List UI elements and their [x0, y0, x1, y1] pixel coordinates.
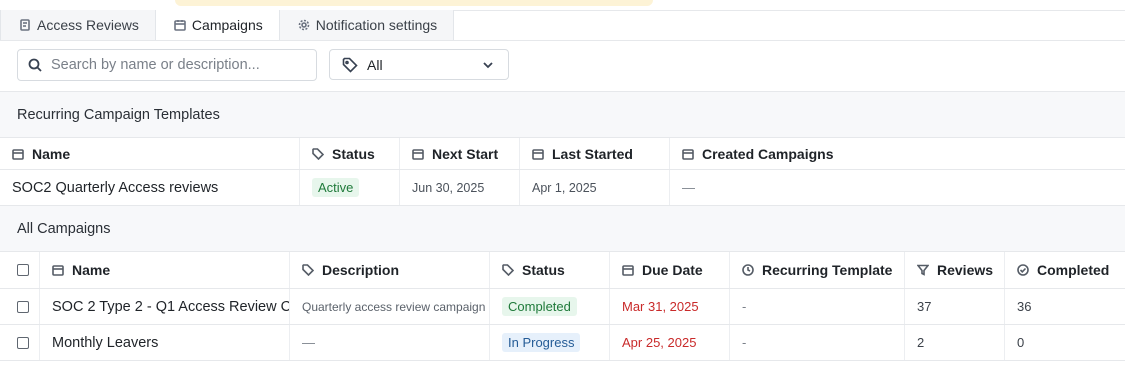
- campaign-description: Quarterly access review campaign: [290, 289, 490, 324]
- clock-icon: [742, 264, 754, 276]
- column-label: Status: [332, 145, 375, 162]
- section-title-campaigns: All Campaigns: [0, 205, 1125, 251]
- tab-bar: Access Reviews Campaigns Notification se…: [0, 10, 455, 41]
- filter-value: All: [367, 56, 383, 73]
- status-cell: Active: [300, 170, 400, 205]
- divider: [0, 360, 1125, 361]
- due-date: Mar 31, 2025: [610, 289, 730, 324]
- completed-count: 0: [1017, 335, 1025, 350]
- calendar-icon: [52, 265, 64, 276]
- recurring-template: -: [730, 289, 905, 324]
- table-row[interactable]: SOC 2 Type 2 - Q1 Access Review Campaign…: [0, 288, 1125, 324]
- select-all-checkbox[interactable]: [17, 264, 29, 276]
- created-campaigns: —: [682, 180, 695, 195]
- section-title-text: All Campaigns: [17, 220, 111, 237]
- table-row[interactable]: Monthly Leavers — In Progress Apr 25, 20…: [0, 324, 1125, 360]
- tag-filter-dropdown[interactable]: All: [329, 49, 509, 80]
- gear-icon: [298, 19, 310, 31]
- status-badge: Active: [312, 178, 360, 197]
- column-header-due-date[interactable]: Due Date: [610, 252, 730, 288]
- calendar-icon: [682, 148, 694, 160]
- filter-icon: [917, 264, 929, 276]
- recurring-template: -: [730, 325, 905, 360]
- column-header-name[interactable]: Name: [40, 252, 290, 288]
- column-label: Completed: [1037, 262, 1110, 278]
- column-header-description[interactable]: Description: [290, 252, 490, 288]
- last-started: Apr 1, 2025: [520, 170, 670, 205]
- column-label: Last Started: [552, 145, 633, 162]
- status-cell: Completed: [490, 289, 610, 324]
- tag-icon: [342, 57, 358, 73]
- status-cell: In Progress: [490, 325, 610, 360]
- column-label: Status: [522, 262, 565, 278]
- calendar-icon: [12, 148, 24, 160]
- column-header-status[interactable]: Status: [490, 252, 610, 288]
- reviews-count: 2: [905, 325, 1005, 360]
- row-checkbox[interactable]: [17, 300, 29, 313]
- column-label: Next Start: [432, 145, 499, 162]
- tab-access-reviews[interactable]: Access Reviews: [0, 10, 156, 41]
- tab-label: Access Reviews: [37, 17, 139, 33]
- tab-campaigns[interactable]: Campaigns: [154, 10, 280, 41]
- document-icon: [20, 19, 30, 31]
- column-header-status[interactable]: Status: [300, 138, 400, 169]
- column-label: Description: [322, 262, 400, 278]
- notice-banner: [175, 0, 653, 6]
- template-name[interactable]: SOC2 Quarterly Access reviews: [0, 170, 300, 205]
- status-badge: In Progress: [502, 333, 581, 352]
- due-date: Apr 25, 2025: [610, 325, 730, 360]
- table-row[interactable]: SOC2 Quarterly Access reviews Active Jun…: [0, 169, 1125, 205]
- column-label: Created Campaigns: [702, 145, 834, 162]
- section-title-text: Recurring Campaign Templates: [17, 106, 220, 123]
- tab-label: Campaigns: [191, 17, 263, 33]
- row-select-cell: [0, 325, 40, 360]
- tab-label: Notification settings: [315, 17, 438, 33]
- column-label: Due Date: [642, 262, 703, 278]
- column-header-reviews[interactable]: Reviews: [905, 252, 1005, 288]
- campaign-name[interactable]: Monthly Leavers: [40, 325, 290, 360]
- row-select-cell: [0, 289, 40, 324]
- reviews-count: 37: [905, 289, 1005, 324]
- column-header-last-started[interactable]: Last Started: [520, 138, 670, 169]
- campaign-description: —: [290, 325, 490, 360]
- column-label: Name: [32, 145, 71, 162]
- search-box[interactable]: [17, 49, 317, 81]
- section-title-templates: Recurring Campaign Templates: [0, 91, 1125, 137]
- column-label: Reviews: [937, 262, 994, 278]
- check-circle-icon: [1017, 264, 1029, 276]
- column-header-next-start[interactable]: Next Start: [400, 138, 520, 169]
- select-all-cell: [0, 252, 40, 288]
- calendar-icon: [412, 148, 424, 160]
- search-input[interactable]: [51, 57, 301, 73]
- campaigns-table-header: Name Description Status Due Date Recurri…: [0, 251, 1125, 288]
- column-label: Name: [72, 262, 111, 278]
- column-header-name[interactable]: Name: [0, 138, 300, 169]
- tag-icon: [502, 264, 514, 276]
- tag-icon: [312, 147, 324, 160]
- status-badge: Completed: [502, 297, 577, 316]
- divider: [0, 40, 1125, 41]
- column-label: Recurring Template: [762, 262, 893, 278]
- tag-icon: [302, 264, 314, 276]
- calendar-icon: [174, 20, 186, 31]
- row-checkbox[interactable]: [17, 336, 29, 349]
- column-header-completed[interactable]: Completed: [1005, 252, 1125, 288]
- chevron-down-icon: [483, 61, 493, 68]
- campaign-name[interactable]: SOC 2 Type 2 - Q1 Access Review Campaign: [40, 289, 290, 324]
- calendar-icon: [532, 148, 544, 160]
- templates-table-header: Name Status Next Start Last Started Crea…: [0, 137, 1125, 169]
- next-start: Jun 30, 2025: [400, 170, 520, 205]
- column-header-created-campaigns[interactable]: Created Campaigns: [670, 138, 1125, 169]
- completed-count: 36: [1017, 299, 1032, 314]
- search-icon: [28, 58, 42, 72]
- tab-notification-settings[interactable]: Notification settings: [278, 10, 455, 41]
- column-header-recurring-template[interactable]: Recurring Template: [730, 252, 905, 288]
- calendar-icon: [622, 265, 634, 276]
